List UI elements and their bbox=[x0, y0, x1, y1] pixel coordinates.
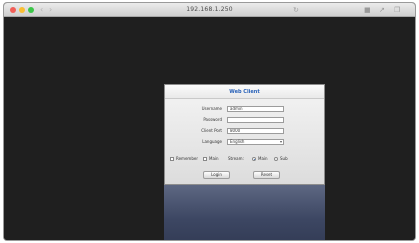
browser-window: ‹ › 192.168.1.250 ↻ ■ ↗ ❐ Web Client Use… bbox=[3, 2, 416, 241]
login-dialog: Web Client Username admin Password Clien… bbox=[164, 84, 325, 185]
remember-label: Remember bbox=[176, 156, 198, 161]
username-field[interactable]: admin bbox=[227, 106, 284, 112]
client-port-field[interactable]: 8000 bbox=[227, 128, 284, 134]
page-content: Web Client Username admin Password Clien… bbox=[4, 17, 415, 240]
language-select[interactable]: English ▾ bbox=[227, 139, 284, 145]
window-title: 192.168.1.250 bbox=[186, 6, 233, 13]
reload-icon[interactable]: ↻ bbox=[293, 4, 299, 16]
stream-main-label: Main bbox=[258, 156, 268, 161]
main-checkbox-label: Main bbox=[209, 156, 219, 161]
remember-checkbox[interactable] bbox=[170, 157, 174, 161]
share-icon[interactable]: ↗ bbox=[379, 4, 385, 16]
login-options-row: Remember Main Stream: Main Sub bbox=[170, 156, 324, 162]
main-checkbox[interactable] bbox=[203, 157, 207, 161]
stream-sub-label: Sub bbox=[280, 156, 288, 161]
tabs-icon[interactable]: ❐ bbox=[394, 4, 400, 16]
bookmark-icon[interactable]: ■ bbox=[364, 4, 371, 16]
browser-titlebar: ‹ › 192.168.1.250 ↻ ■ ↗ ❐ bbox=[4, 3, 415, 17]
dialog-footer-panel bbox=[164, 185, 325, 240]
language-label: Language bbox=[202, 139, 222, 144]
stream-main-radio[interactable] bbox=[252, 157, 256, 161]
client-port-label: Client Port bbox=[201, 128, 222, 133]
language-select-value: English bbox=[230, 139, 245, 144]
username-label: Username bbox=[201, 106, 222, 111]
stream-label: Stream: bbox=[228, 156, 244, 161]
stream-sub-radio[interactable] bbox=[274, 157, 278, 161]
password-label: Password bbox=[203, 117, 222, 122]
reset-button[interactable]: Reset bbox=[253, 171, 280, 179]
login-dialog-title: Web Client bbox=[165, 85, 324, 99]
chevron-down-icon: ▾ bbox=[279, 139, 282, 144]
password-field[interactable] bbox=[227, 117, 284, 123]
login-button[interactable]: Login bbox=[203, 171, 230, 179]
